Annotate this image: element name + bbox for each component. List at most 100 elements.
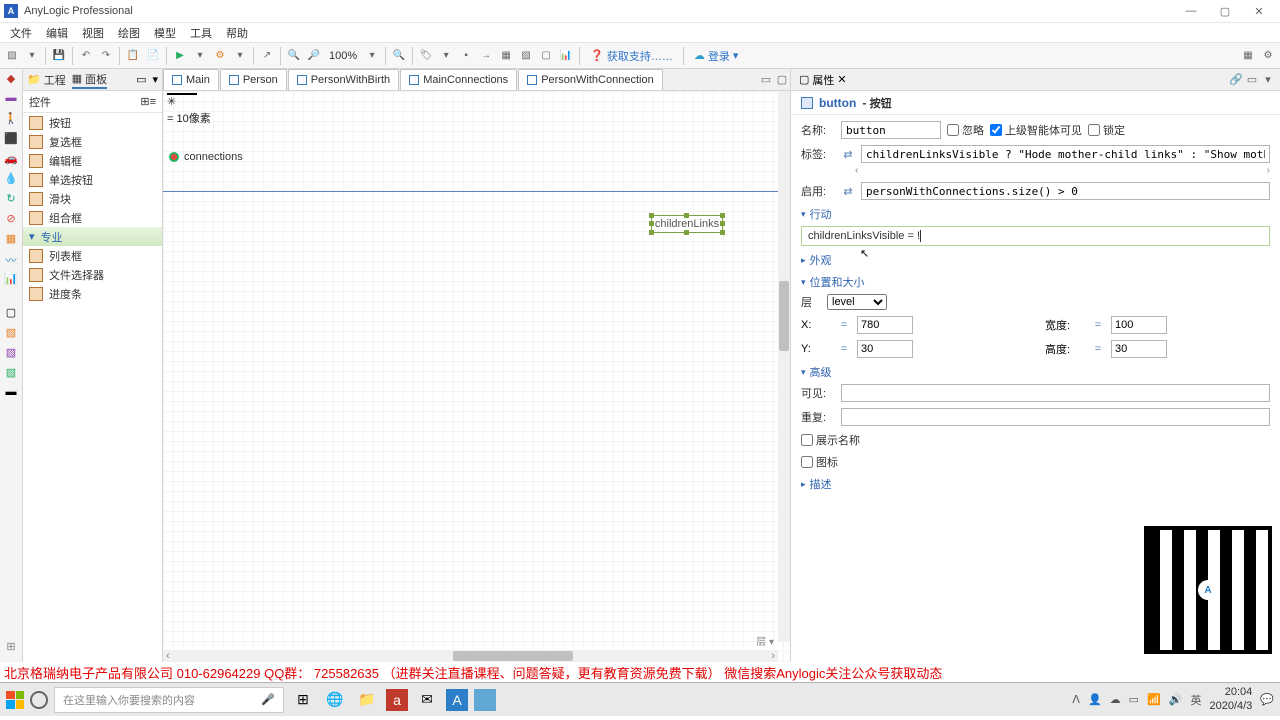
dim-icon[interactable]: ▢ (537, 47, 555, 65)
clock[interactable]: 20:042020/4/3 (1209, 686, 1252, 712)
menu-tools[interactable]: 工具 (183, 25, 219, 41)
debug-icon[interactable]: ⚙ (211, 47, 229, 65)
cat-icon[interactable]: ⊞ (3, 640, 19, 656)
editor-tab[interactable]: Person (220, 69, 287, 90)
palette-item[interactable]: 文件选择器 (23, 265, 162, 284)
horizontal-scrollbar[interactable]: ‹› (163, 650, 778, 662)
dropdown-icon[interactable]: ▾ (231, 47, 249, 65)
editor-tab[interactable]: PersonWithConnection (518, 69, 663, 90)
perspective2-icon[interactable]: ⚙ (1259, 47, 1277, 65)
cat-icon[interactable]: ▦ (3, 232, 19, 248)
wifi-icon[interactable]: 📶 (1147, 693, 1161, 706)
minimize-icon[interactable]: ▭ (758, 73, 774, 86)
dynamic-icon[interactable]: = (1091, 343, 1105, 355)
cat-icon[interactable]: ⬛ (3, 132, 19, 148)
filter-icon[interactable]: ▪ (457, 47, 475, 65)
enable-input[interactable] (861, 182, 1270, 200)
minimize-icon[interactable]: ▭ (1244, 73, 1260, 86)
zoom-in-icon[interactable]: 🔎 (305, 47, 323, 65)
menu-help[interactable]: 帮助 (219, 25, 255, 41)
start-button[interactable] (6, 691, 24, 709)
zoom-out-icon[interactable]: 🔍 (285, 47, 303, 65)
layer-select[interactable]: level (827, 294, 887, 310)
mail-icon[interactable]: ✉ (414, 687, 440, 713)
arrow-icon[interactable]: → (477, 47, 495, 65)
menu-edit[interactable]: 编辑 (39, 25, 75, 41)
cat-icon[interactable]: ⊘ (3, 212, 19, 228)
dynamic-icon[interactable]: = (837, 343, 851, 355)
section-action[interactable]: 行动 (801, 206, 1270, 222)
app-icon[interactable]: a (386, 689, 408, 711)
battery-icon[interactable]: ▭ (1129, 693, 1139, 706)
cat-icon[interactable]: 〰 (3, 252, 19, 268)
grid-icon[interactable]: ⊞ (140, 95, 149, 108)
copy-icon[interactable]: 📋 (124, 47, 142, 65)
volume-icon[interactable]: 🔊 (1169, 693, 1183, 706)
editor-tab[interactable]: PersonWithBirth (288, 69, 399, 90)
ime-icon[interactable]: 英 (1190, 692, 1201, 708)
nav-icon[interactable]: ↗ (258, 47, 276, 65)
dropdown-icon[interactable]: ▾ (191, 47, 209, 65)
section-position[interactable]: 位置和大小 (801, 274, 1270, 290)
menu-draw[interactable]: 绘图 (111, 25, 147, 41)
cat-icon[interactable]: ▢ (3, 306, 19, 322)
cat-icon[interactable]: ▬ (3, 386, 19, 402)
vertical-scrollbar[interactable] (778, 91, 790, 642)
tag-icon[interactable]: 🏷 (417, 47, 435, 65)
dropdown-icon[interactable]: ▾ (437, 47, 455, 65)
new-icon[interactable]: ▧ (3, 47, 21, 65)
cat-icon[interactable]: ▧ (3, 346, 19, 362)
section-advanced[interactable]: 高级 (801, 364, 1270, 380)
palette-section[interactable]: ▾专业 (23, 227, 162, 246)
menu-view[interactable]: 视图 (75, 25, 111, 41)
app-icon[interactable] (474, 689, 496, 711)
palette-item[interactable]: 复选框 (23, 132, 162, 151)
palette-item[interactable]: 组合框 (23, 208, 162, 227)
notifications-icon[interactable]: 💬 (1260, 693, 1274, 706)
cat-icon[interactable]: ▧ (3, 326, 19, 342)
search-icon[interactable]: 🔍 (390, 47, 408, 65)
onedrive-icon[interactable]: ☁ (1110, 693, 1121, 706)
menu-model[interactable]: 模型 (147, 25, 183, 41)
tag-input[interactable] (861, 145, 1270, 163)
chrome-icon[interactable]: 🌐 (322, 687, 348, 713)
agent-visible-checkbox[interactable] (990, 124, 1002, 136)
maximize-icon[interactable]: ▢ (774, 73, 790, 86)
chart-icon[interactable]: 📊 (557, 47, 575, 65)
cat-icon[interactable]: ◆ (3, 72, 19, 88)
cat-icon[interactable]: 🚶 (3, 112, 19, 128)
paste-icon[interactable]: 📄 (144, 47, 162, 65)
save-icon[interactable]: 💾 (50, 47, 68, 65)
close-button[interactable]: ✕ (1242, 1, 1276, 21)
y-input[interactable] (857, 340, 913, 358)
tray-icon[interactable]: ᐱ (1072, 693, 1080, 706)
cat-icon[interactable]: 💧 (3, 172, 19, 188)
cat-icon[interactable]: ▬ (3, 92, 19, 108)
tab-palette[interactable]: ▦ 面板 (72, 71, 107, 89)
get-support-button[interactable]: ❓获取支持…… (584, 48, 679, 64)
palette-item[interactable]: 编辑框 (23, 151, 162, 170)
list-icon[interactable]: ≡ (150, 96, 156, 108)
cortana-icon[interactable] (30, 691, 48, 709)
perspective-icon[interactable]: ▦ (1239, 47, 1257, 65)
layer-indicator[interactable]: 层 ▾ (756, 633, 774, 648)
tab-properties[interactable]: ▢ 属性 ✕ (795, 72, 851, 88)
palette-item[interactable]: 单选按钮 (23, 170, 162, 189)
menu-file[interactable]: 文件 (3, 25, 39, 41)
maximize-button[interactable]: ▢ (1208, 1, 1242, 21)
zoom-level[interactable]: 100% (325, 50, 361, 62)
section-appearance[interactable]: 外观 (801, 252, 1270, 268)
cat-icon[interactable]: ▧ (3, 366, 19, 382)
run-icon[interactable]: ▶ (171, 47, 189, 65)
palette-item[interactable]: 进度条 (23, 284, 162, 303)
connections-node[interactable]: connections (169, 151, 243, 163)
link-icon[interactable]: 🔗 (1228, 73, 1244, 86)
tab-project[interactable]: 📁 工程 (27, 72, 66, 88)
minimize-icon[interactable]: ▭ (136, 73, 146, 86)
layers-icon[interactable]: ▦ (497, 47, 515, 65)
cat-icon[interactable]: 📊 (3, 272, 19, 288)
layers2-icon[interactable]: ▧ (517, 47, 535, 65)
palette-item[interactable]: 滑块 (23, 189, 162, 208)
editor-tab[interactable]: MainConnections (400, 69, 517, 90)
undo-icon[interactable]: ↶ (77, 47, 95, 65)
